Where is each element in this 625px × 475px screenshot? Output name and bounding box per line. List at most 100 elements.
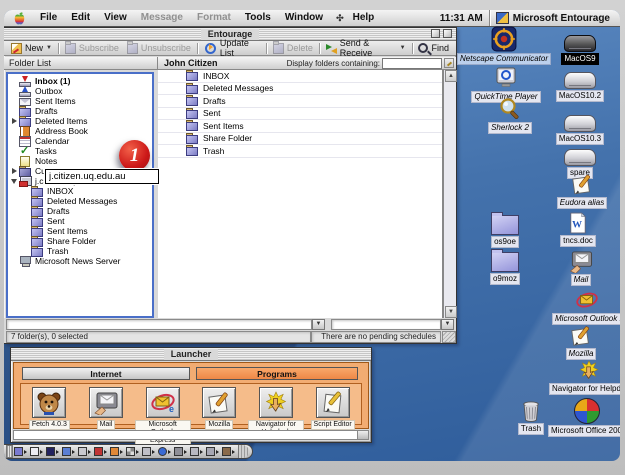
strip-dropdown-button[interactable]: ▼ bbox=[441, 319, 454, 330]
update-list-button[interactable]: Update List bbox=[200, 42, 264, 55]
control-strip-module-file-sharing[interactable] bbox=[62, 446, 77, 457]
desktop-icon-netscape-communicator[interactable]: Netscape Communicator bbox=[449, 26, 559, 65]
menu-help[interactable]: Help bbox=[346, 10, 382, 26]
control-strip[interactable] bbox=[4, 444, 253, 459]
scroll-down-arrow[interactable]: ▼ bbox=[445, 306, 457, 318]
sidebar-item-share-folder[interactable]: Share Folder bbox=[8, 236, 152, 246]
menu-view[interactable]: View bbox=[97, 10, 134, 26]
desktop-icon-os9oe-folder[interactable]: os9oe bbox=[470, 210, 540, 248]
table-row[interactable]: Trash bbox=[158, 145, 442, 158]
sidebar-item-address-book[interactable]: Address Book bbox=[8, 126, 152, 136]
sidebar-item-drafts-imap[interactable]: Drafts bbox=[8, 206, 152, 216]
launcher-item-script-editor[interactable]: Script Editor bbox=[305, 387, 361, 430]
account-name-edit-field[interactable] bbox=[46, 171, 158, 182]
desktop-icon-mail[interactable]: Mail bbox=[546, 250, 616, 286]
control-strip-end-tab[interactable] bbox=[238, 445, 249, 458]
control-strip-module-energy-saver[interactable] bbox=[46, 446, 61, 457]
control-strip-module-printer-selector[interactable] bbox=[94, 446, 109, 457]
desktop-icon-navigator-helpdesk[interactable]: Navigator for Helpdes bbox=[549, 360, 620, 395]
desktop-icon-o9moz-folder[interactable]: o9moz bbox=[470, 247, 540, 285]
control-strip-module-monitor-resolution[interactable] bbox=[110, 446, 125, 457]
desktop-icon-eudora-alias[interactable]: Eudora alias bbox=[544, 173, 620, 209]
control-strip-module-keychain-lock[interactable] bbox=[78, 446, 93, 457]
tab-internet[interactable]: Internet bbox=[22, 367, 190, 380]
desktop-icon-macos10-2[interactable]: MacOS10.2 bbox=[545, 72, 615, 102]
sidebar-item-news-server[interactable]: Microsoft News Server bbox=[8, 256, 152, 266]
table-row[interactable]: INBOX bbox=[158, 70, 442, 83]
toolbar-divider bbox=[197, 43, 198, 54]
launcher-horizontal-scrollbar[interactable] bbox=[13, 430, 369, 440]
delete-button: Delete bbox=[269, 42, 317, 55]
table-row[interactable]: Sent bbox=[158, 108, 442, 121]
strip-dropdown-button[interactable]: ▼ bbox=[312, 319, 325, 330]
control-strip-module-disk-strip[interactable] bbox=[222, 446, 237, 457]
menu-clock[interactable]: 11:31 AM bbox=[440, 13, 483, 24]
control-strip-module-printing[interactable] bbox=[142, 446, 157, 457]
vertical-scrollbar[interactable]: ▲ ▼ bbox=[443, 70, 456, 318]
folder-list[interactable]: Inbox (1) Outbox Sent Items Drafts Delet… bbox=[6, 72, 154, 318]
filter-input[interactable] bbox=[382, 58, 442, 69]
menu-file[interactable]: File bbox=[33, 10, 64, 26]
desktop-icon-macos9[interactable]: MacOS9 bbox=[545, 35, 615, 65]
control-strip-handle[interactable] bbox=[6, 445, 13, 458]
menu-edit[interactable]: Edit bbox=[64, 10, 97, 26]
disclosure-expanded-icon[interactable] bbox=[11, 177, 19, 185]
sidebar-item-sent[interactable]: Sent bbox=[8, 216, 152, 226]
folder-table[interactable]: INBOX Deleted Messages Drafts Sent Sent … bbox=[158, 70, 443, 318]
zoom-box-button[interactable] bbox=[431, 29, 440, 38]
folder-icon bbox=[186, 108, 199, 119]
folder-icon bbox=[186, 145, 199, 156]
disclosure-collapsed-icon[interactable] bbox=[11, 167, 19, 175]
word-document-icon: W bbox=[569, 212, 587, 234]
desktop-icon-sherlock-2[interactable]: Sherlock 2 bbox=[475, 97, 545, 134]
menu-window[interactable]: Window bbox=[278, 10, 330, 26]
control-strip-module-sound-volume[interactable] bbox=[190, 446, 205, 457]
sidebar-item-trash[interactable]: Trash bbox=[8, 246, 152, 256]
launcher-item-mail[interactable]: Mail bbox=[78, 387, 134, 430]
control-strip-module-monitor-bit-depth[interactable] bbox=[14, 446, 29, 457]
desktop-icon-outlook-express[interactable]: Microsoft Outlook Expr bbox=[552, 290, 620, 325]
table-row[interactable]: Share Folder bbox=[158, 133, 442, 146]
sidebar-item-inbox-imap[interactable]: INBOX bbox=[8, 186, 152, 196]
outlook-express-icon: e bbox=[150, 391, 176, 415]
trash-icon bbox=[521, 400, 541, 422]
folder-list-header: Folder List bbox=[4, 57, 158, 70]
sidebar-item-sent-items-imap[interactable]: Sent Items bbox=[8, 226, 152, 236]
control-strip-module-talk-microphone[interactable] bbox=[206, 446, 221, 457]
scrollbar-box[interactable] bbox=[357, 431, 368, 439]
launcher-item-mozilla[interactable]: Mozilla bbox=[191, 387, 247, 430]
sidebar-item-sent-items[interactable]: Sent Items bbox=[8, 96, 152, 106]
new-button[interactable]: New▼ bbox=[7, 42, 56, 55]
launcher-title-bar[interactable]: Launcher bbox=[11, 348, 371, 361]
table-row[interactable]: Deleted Messages bbox=[158, 83, 442, 96]
tab-programs[interactable]: Programs bbox=[196, 367, 358, 380]
control-strip-module-desktop-pattern[interactable] bbox=[126, 446, 141, 457]
hard-drive-icon bbox=[564, 72, 596, 89]
desktop-icon-microsoft-office[interactable]: Microsoft Office 200 bbox=[548, 398, 620, 437]
monitor-bezel: File Edit View Message Format Tools Wind… bbox=[0, 0, 625, 475]
sidebar-item-deleted-items[interactable]: Deleted Items bbox=[8, 116, 152, 126]
launcher-item-fetch[interactable]: Fetch 4.0.3 bbox=[21, 387, 77, 430]
menu-tools[interactable]: Tools bbox=[238, 10, 278, 26]
sidebar-item-outbox[interactable]: Outbox bbox=[8, 86, 152, 96]
application-menu[interactable]: Microsoft Entourage bbox=[496, 12, 620, 24]
control-strip-module-cd-audio[interactable] bbox=[30, 446, 45, 457]
control-strip-module-video-mirroring[interactable] bbox=[174, 446, 189, 457]
resize-grip[interactable] bbox=[442, 331, 456, 343]
sidebar-item-drafts[interactable]: Drafts bbox=[8, 106, 152, 116]
desktop-icon-label: Navigator for Helpdes bbox=[549, 383, 620, 395]
folder-icon bbox=[186, 120, 199, 131]
hard-drive-icon bbox=[564, 115, 596, 132]
table-row[interactable]: Sent Items bbox=[158, 120, 442, 133]
table-row[interactable]: Drafts bbox=[158, 95, 442, 108]
apple-menu[interactable] bbox=[4, 12, 33, 25]
send-receive-button[interactable]: Send & Receive▼ bbox=[322, 42, 410, 55]
control-strip-module-quicktime[interactable] bbox=[158, 446, 173, 457]
find-button[interactable]: Find bbox=[414, 42, 453, 55]
disclosure-collapsed-icon[interactable] bbox=[11, 117, 19, 125]
desktop-icon-macos10-3[interactable]: MacOS10.3 bbox=[545, 115, 615, 145]
desktop-icon-tncs-doc[interactable]: W tncs.doc bbox=[543, 212, 613, 247]
desktop-icon-mozilla[interactable]: Mozilla bbox=[546, 325, 616, 360]
sidebar-item-deleted-messages[interactable]: Deleted Messages bbox=[8, 196, 152, 206]
sidebar-item-inbox[interactable]: Inbox (1) bbox=[8, 76, 152, 86]
